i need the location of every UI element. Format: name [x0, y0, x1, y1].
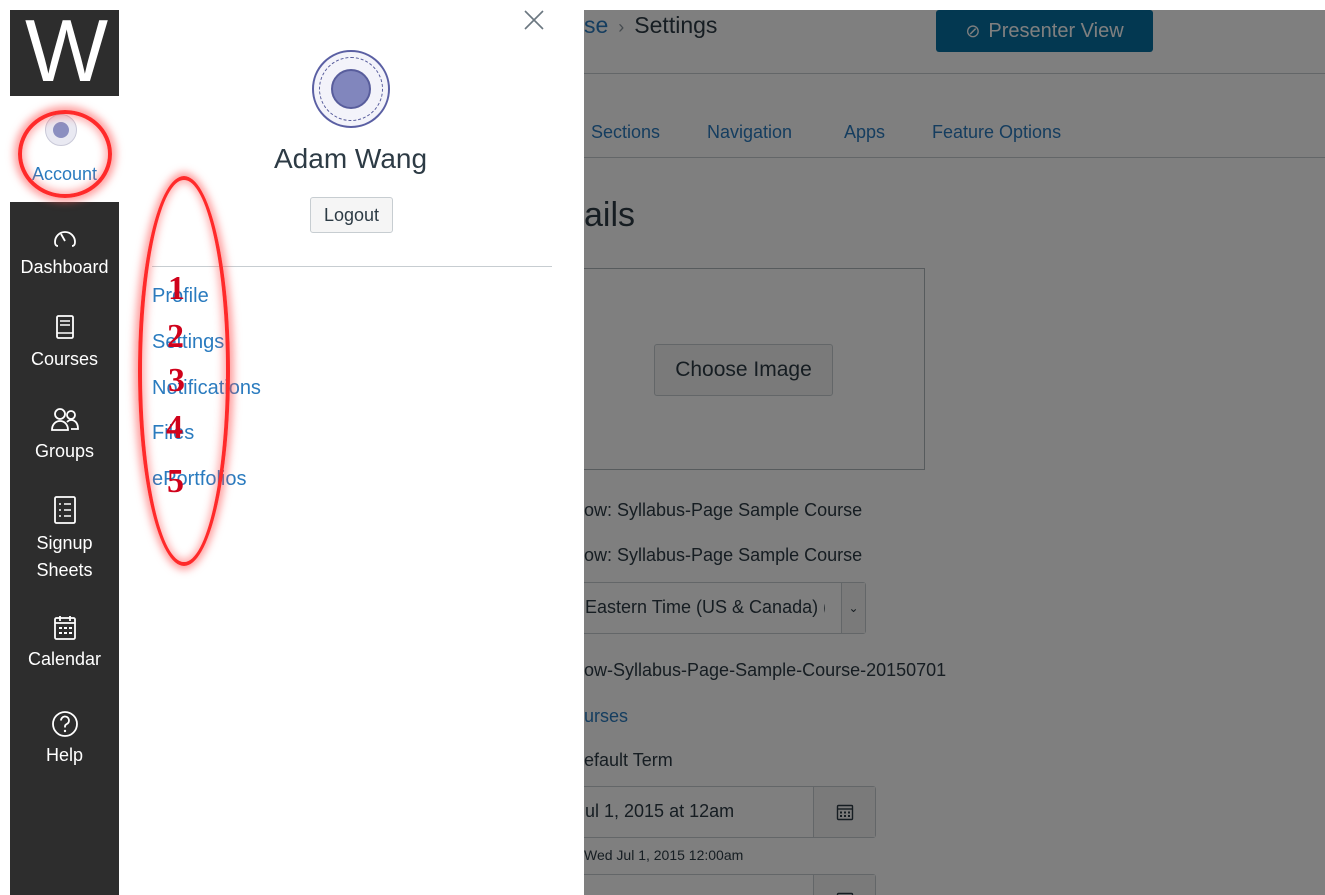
tab-apps[interactable]: Apps	[844, 122, 885, 143]
nav-item-help[interactable]: Help	[10, 710, 119, 769]
presenter-view-button[interactable]: ⊘ Presenter View	[936, 10, 1153, 52]
start-date-field[interactable]: ul 1, 2015 at 12am	[584, 786, 876, 838]
nav-item-calendar[interactable]: Calendar	[10, 614, 119, 673]
calendar-icon	[836, 892, 853, 895]
start-date-value: ul 1, 2015 at 12am	[585, 801, 735, 821]
breadcrumb-course-link[interactable]: se	[584, 12, 608, 38]
course-code-value[interactable]: ow: Syllabus-Page Sample Course	[584, 545, 862, 566]
school-logo[interactable]: W	[10, 1, 119, 100]
nav-item-signup-label-2: Sheets	[36, 560, 93, 580]
help-question-icon	[51, 711, 78, 737]
nav-item-groups[interactable]: Groups	[10, 406, 119, 465]
eye-slash-icon: ⊘	[965, 20, 981, 41]
logo-letter: W	[24, 1, 108, 100]
term-value: efault Term	[584, 750, 673, 770]
tab-navigation[interactable]: Navigation	[707, 122, 792, 143]
annotation-oval-account	[18, 110, 112, 198]
signup-sheets-list-icon	[53, 496, 76, 524]
end-date-field[interactable]	[584, 874, 876, 895]
nav-item-dashboard-label: Dashboard	[20, 257, 109, 277]
nav-item-courses-label: Courses	[30, 349, 99, 369]
start-date-calendar-button[interactable]	[813, 787, 875, 837]
presenter-view-label: Presenter View	[988, 19, 1124, 42]
nav-item-help-label: Help	[45, 745, 84, 765]
course-details-heading: ails	[584, 196, 636, 234]
nav-item-signup-label-1: Signup	[36, 533, 93, 553]
tabs-divider	[584, 157, 1325, 158]
choose-image-button[interactable]: Choose Image	[654, 344, 833, 396]
calendar-icon	[836, 804, 853, 821]
nav-item-calendar-label: Calendar	[27, 649, 102, 669]
end-date-calendar-button[interactable]	[813, 875, 875, 895]
groups-people-icon	[50, 408, 79, 431]
header-divider	[584, 73, 1325, 74]
time-zone-value: Eastern Time (US & Canada) (-	[585, 597, 825, 617]
close-icon[interactable]	[522, 8, 546, 32]
subaccount-link[interactable]: urses	[584, 706, 628, 727]
calendar-icon	[53, 616, 76, 640]
sis-id-value[interactable]: ow-Syllabus-Page-Sample-Course-20150701	[584, 660, 946, 681]
nav-item-courses[interactable]: Courses	[10, 314, 119, 373]
user-name: Adam Wang	[274, 143, 428, 174]
breadcrumb-current: Settings	[634, 12, 718, 38]
breadcrumb-separator-icon: ›	[618, 17, 625, 37]
nav-item-groups-label: Groups	[34, 441, 95, 461]
dashboard-gauge-icon	[53, 231, 76, 247]
seal-emblem-icon	[331, 69, 371, 109]
tab-sections[interactable]: Sections	[591, 122, 660, 143]
courses-book-icon	[55, 315, 74, 339]
chevron-down-icon: ⌄	[841, 583, 865, 633]
tab-feature-options[interactable]: Feature Options	[932, 122, 1061, 143]
course-name-value[interactable]: ow: Syllabus-Page Sample Course	[584, 500, 862, 521]
course-settings-page: se › Settings ⊘ Presenter View Sections Na…	[584, 10, 1325, 895]
logout-button[interactable]: Logout	[310, 197, 393, 233]
user-avatar-seal	[312, 50, 390, 128]
nav-item-dashboard[interactable]: Dashboard	[10, 222, 119, 281]
nav-item-signup-sheets[interactable]: Signup Sheets	[10, 494, 119, 584]
start-date-hint: Wed Jul 1, 2015 12:00am	[584, 847, 744, 863]
breadcrumb: se › Settings	[584, 12, 717, 39]
annotation-oval-links	[138, 176, 230, 566]
time-zone-select[interactable]: Eastern Time (US & Canada) (- ⌄	[584, 582, 866, 634]
